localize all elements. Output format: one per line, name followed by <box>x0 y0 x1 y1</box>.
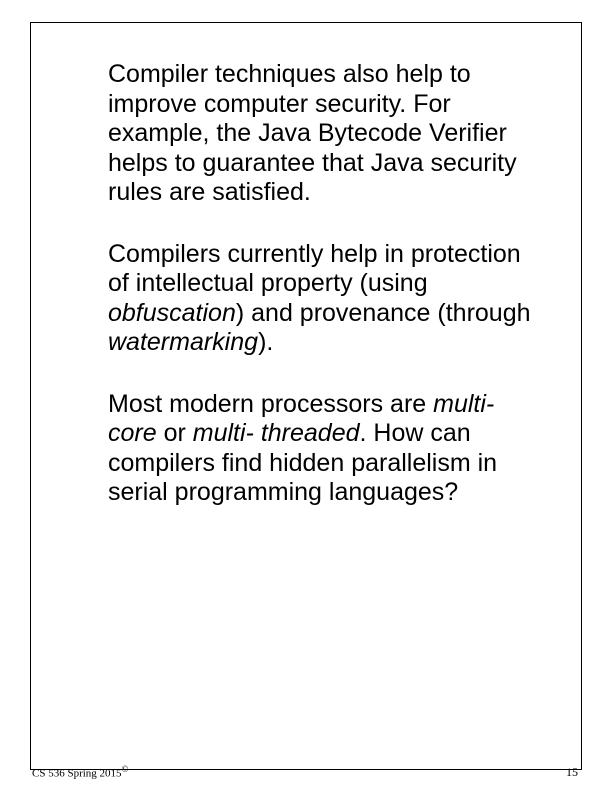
page-number: 15 <box>566 765 578 779</box>
body-text: Compiler techniques also help to improve… <box>108 60 546 540</box>
paragraph-1: Compiler techniques also help to improve… <box>108 60 546 208</box>
paragraph-2-text-a: Compilers currently help in protection o… <box>108 240 521 298</box>
paragraph-3-text-a: Most modern processors are <box>108 390 433 418</box>
term-obfuscation: obfuscation <box>108 299 236 327</box>
copyright-symbol: © <box>122 764 129 774</box>
paragraph-3-text-b: or <box>157 419 193 447</box>
footer-course: CS 536 Spring 2015© <box>32 764 128 780</box>
paragraph-2: Compilers currently help in protection o… <box>108 240 546 358</box>
paragraph-2-text-c: ). <box>258 328 273 356</box>
slide-page: Compiler techniques also help to improve… <box>0 0 612 792</box>
term-watermarking: watermarking <box>108 328 258 356</box>
footer-page-number: 15 <box>566 765 578 780</box>
paragraph-1-text: Compiler techniques also help to improve… <box>108 60 517 206</box>
paragraph-2-text-b: ) and provenance (through <box>236 299 531 327</box>
term-multi-threaded: multi- threaded <box>193 419 360 447</box>
course-label: CS 536 Spring 2015 <box>32 768 122 780</box>
paragraph-3: Most modern processors are multi- core o… <box>108 390 546 508</box>
